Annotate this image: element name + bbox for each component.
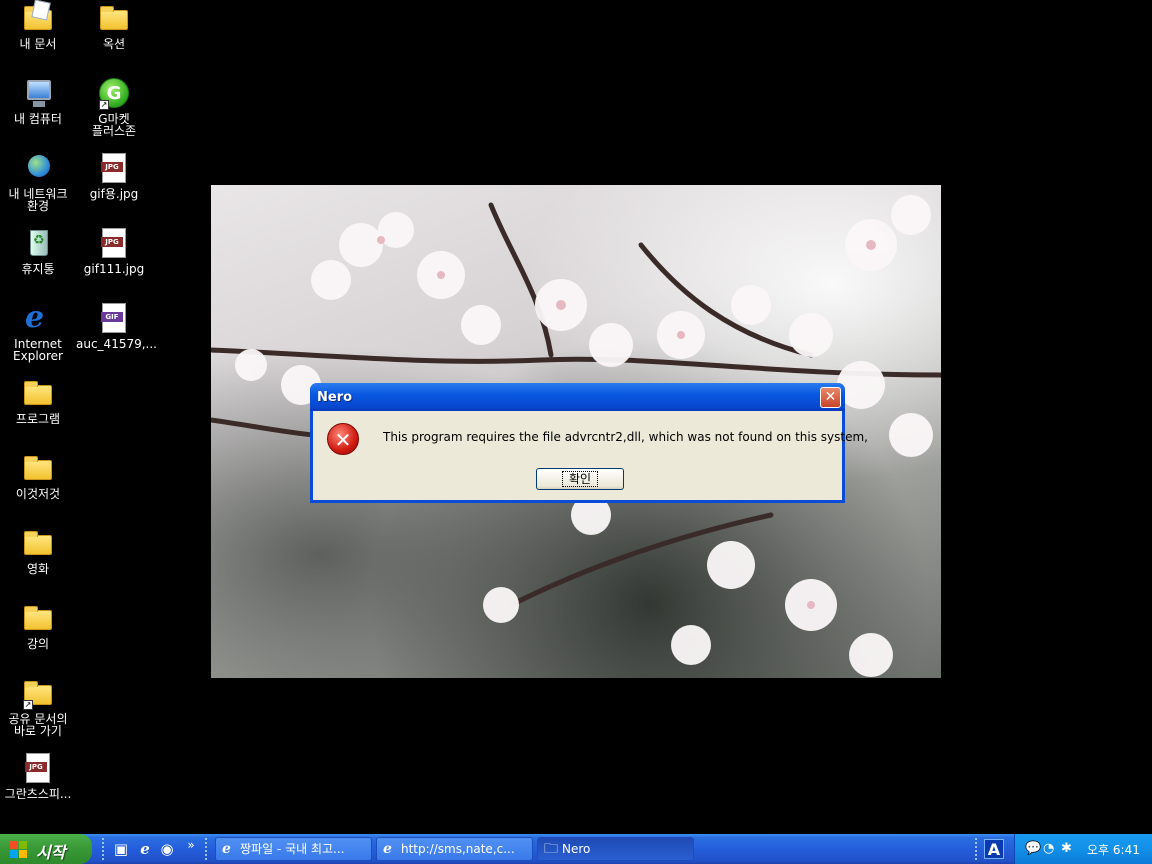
computer-icon	[21, 78, 55, 110]
system-tray: 💬 ◔ ✱ 오후 6:41	[1014, 834, 1152, 864]
desktop-icon-label: 프로그램	[15, 412, 61, 426]
folder-icon: 🗀	[544, 841, 558, 857]
task-label: Nero	[562, 842, 591, 856]
desktop-icon-label: G마켓 플러스존	[91, 112, 137, 138]
desktop-icon-network[interactable]: 내 네트워크 환경	[0, 153, 76, 212]
task-label: 짱파일 - 국내 최고...	[240, 842, 345, 856]
desktop-icon-label: 이것저것	[15, 487, 61, 501]
desktop-icon-label: gif용.jpg	[89, 187, 139, 201]
desktop-icon-gif-jpg[interactable]: JPG gif용.jpg	[76, 153, 152, 200]
desktop-icon-label: 공유 문서의 바로 가기	[8, 712, 68, 738]
folder-icon	[21, 378, 55, 410]
recycle-bin-icon	[21, 228, 55, 260]
network-globe-icon	[21, 153, 55, 185]
language-bar-button[interactable]: A	[984, 839, 1004, 859]
desktop-icon-gif111-jpg[interactable]: JPG gif111.jpg	[76, 228, 152, 275]
folder-icon	[97, 3, 131, 35]
ie-icon: e	[222, 841, 231, 857]
desktop-icon-label: 영화	[26, 562, 50, 576]
desktop-icon-grants-jpg[interactable]: JPG 그란츠스피...	[0, 753, 76, 800]
windows-logo-icon	[10, 841, 27, 858]
internet-explorer-icon: e	[25, 300, 45, 335]
desktop-icon-label: auc_41579,...	[76, 337, 157, 351]
folder-icon	[21, 528, 55, 560]
clock[interactable]: 오후 6:41	[1087, 841, 1140, 858]
taskbar: 시작 ▣ e ◉ » e 짱파일 - 국내 최고... e http://sms…	[0, 834, 1152, 864]
task-label: http://sms,nate,c...	[401, 842, 515, 856]
desktop-icon-movies-folder[interactable]: 영화	[0, 528, 76, 575]
quicklaunch-more-chevron-icon[interactable]: »	[182, 836, 200, 854]
desktop-icon-label: 강의	[26, 637, 50, 651]
ie-icon: e	[383, 841, 392, 857]
desktop-icon-programs-folder[interactable]: 프로그램	[0, 378, 76, 425]
my-documents-icon	[21, 3, 55, 35]
desktop-icon-shared-docs-shortcut[interactable]: ↗ 공유 문서의 바로 가기	[0, 678, 76, 737]
shortcut-folder-icon: ↗	[21, 678, 55, 710]
desktop-icon-label: gif111.jpg	[83, 262, 145, 276]
desktop-icon-label: 옥션	[102, 37, 126, 51]
taskbar-button-jjangfile[interactable]: e 짱파일 - 국내 최고...	[215, 837, 372, 861]
gmarket-icon: G ↗	[97, 78, 131, 110]
error-dialog: Nero ✕ ✕ This program requires the file …	[310, 383, 868, 503]
desktop-icon-auction-folder[interactable]: 옥션	[76, 3, 152, 50]
jpg-file-icon: JPG	[97, 153, 131, 185]
desktop-icon-lectures-folder[interactable]: 강의	[0, 603, 76, 650]
desktop-icon-label: 휴지통	[21, 262, 55, 276]
gif-file-icon: GIF	[97, 303, 131, 335]
folder-icon	[21, 603, 55, 635]
desktop-icon-label: Internet Explorer	[13, 337, 63, 363]
taskbar-button-nero[interactable]: 🗀 Nero	[537, 837, 694, 861]
start-button[interactable]: 시작	[0, 834, 92, 864]
toolbar-grip[interactable]	[975, 838, 979, 860]
dialog-title: Nero	[317, 390, 353, 405]
jpg-file-icon: JPG	[97, 228, 131, 260]
toolbar-grip[interactable]	[102, 838, 106, 860]
folder-icon	[21, 453, 55, 485]
quicklaunch-media-player-icon[interactable]: ◉	[158, 840, 176, 858]
quicklaunch-ie-icon[interactable]: e	[136, 840, 154, 858]
quicklaunch-show-desktop-icon[interactable]: ▣	[112, 840, 130, 858]
desktop-icon-auc-gif[interactable]: GIF auc_41579,...	[76, 303, 157, 351]
ok-button-label: 확인	[561, 471, 599, 487]
toolbar-grip[interactable]	[205, 838, 209, 860]
network-status-icon[interactable]: ◔	[1043, 840, 1054, 858]
desktop-icon-label: 내 네트워크 환경	[8, 187, 68, 213]
taskbar-button-sms-nate[interactable]: e http://sms,nate,c...	[376, 837, 533, 861]
messenger-icon[interactable]: 💬	[1025, 840, 1041, 858]
desktop-icon-recycle-bin[interactable]: 휴지통	[0, 228, 76, 275]
close-button[interactable]: ✕	[820, 387, 841, 408]
desktop-icon-label: 내 문서	[19, 37, 57, 51]
jpg-file-icon: JPG	[21, 753, 55, 785]
error-icon: ✕	[327, 423, 359, 455]
start-label: 시작	[36, 843, 66, 862]
desktop-icon-my-documents[interactable]: 내 문서	[0, 3, 76, 50]
bug-icon[interactable]: ✱	[1061, 840, 1072, 858]
dialog-titlebar[interactable]: Nero ✕	[310, 383, 845, 411]
desktop-icon-my-computer[interactable]: 내 컴퓨터	[0, 78, 76, 125]
ok-button[interactable]: 확인	[536, 468, 624, 490]
desktop-icon-misc-folder[interactable]: 이것저것	[0, 453, 76, 500]
desktop-icon-label: 내 컴퓨터	[14, 112, 62, 126]
desktop-icon-internet-explorer[interactable]: e Internet Explorer	[0, 300, 76, 363]
error-message: This program requires the file advrcntr2…	[383, 430, 868, 444]
desktop-icon-gmarket[interactable]: G ↗ G마켓 플러스존	[76, 78, 152, 137]
desktop-icon-label: 그란츠스피...	[4, 787, 72, 801]
